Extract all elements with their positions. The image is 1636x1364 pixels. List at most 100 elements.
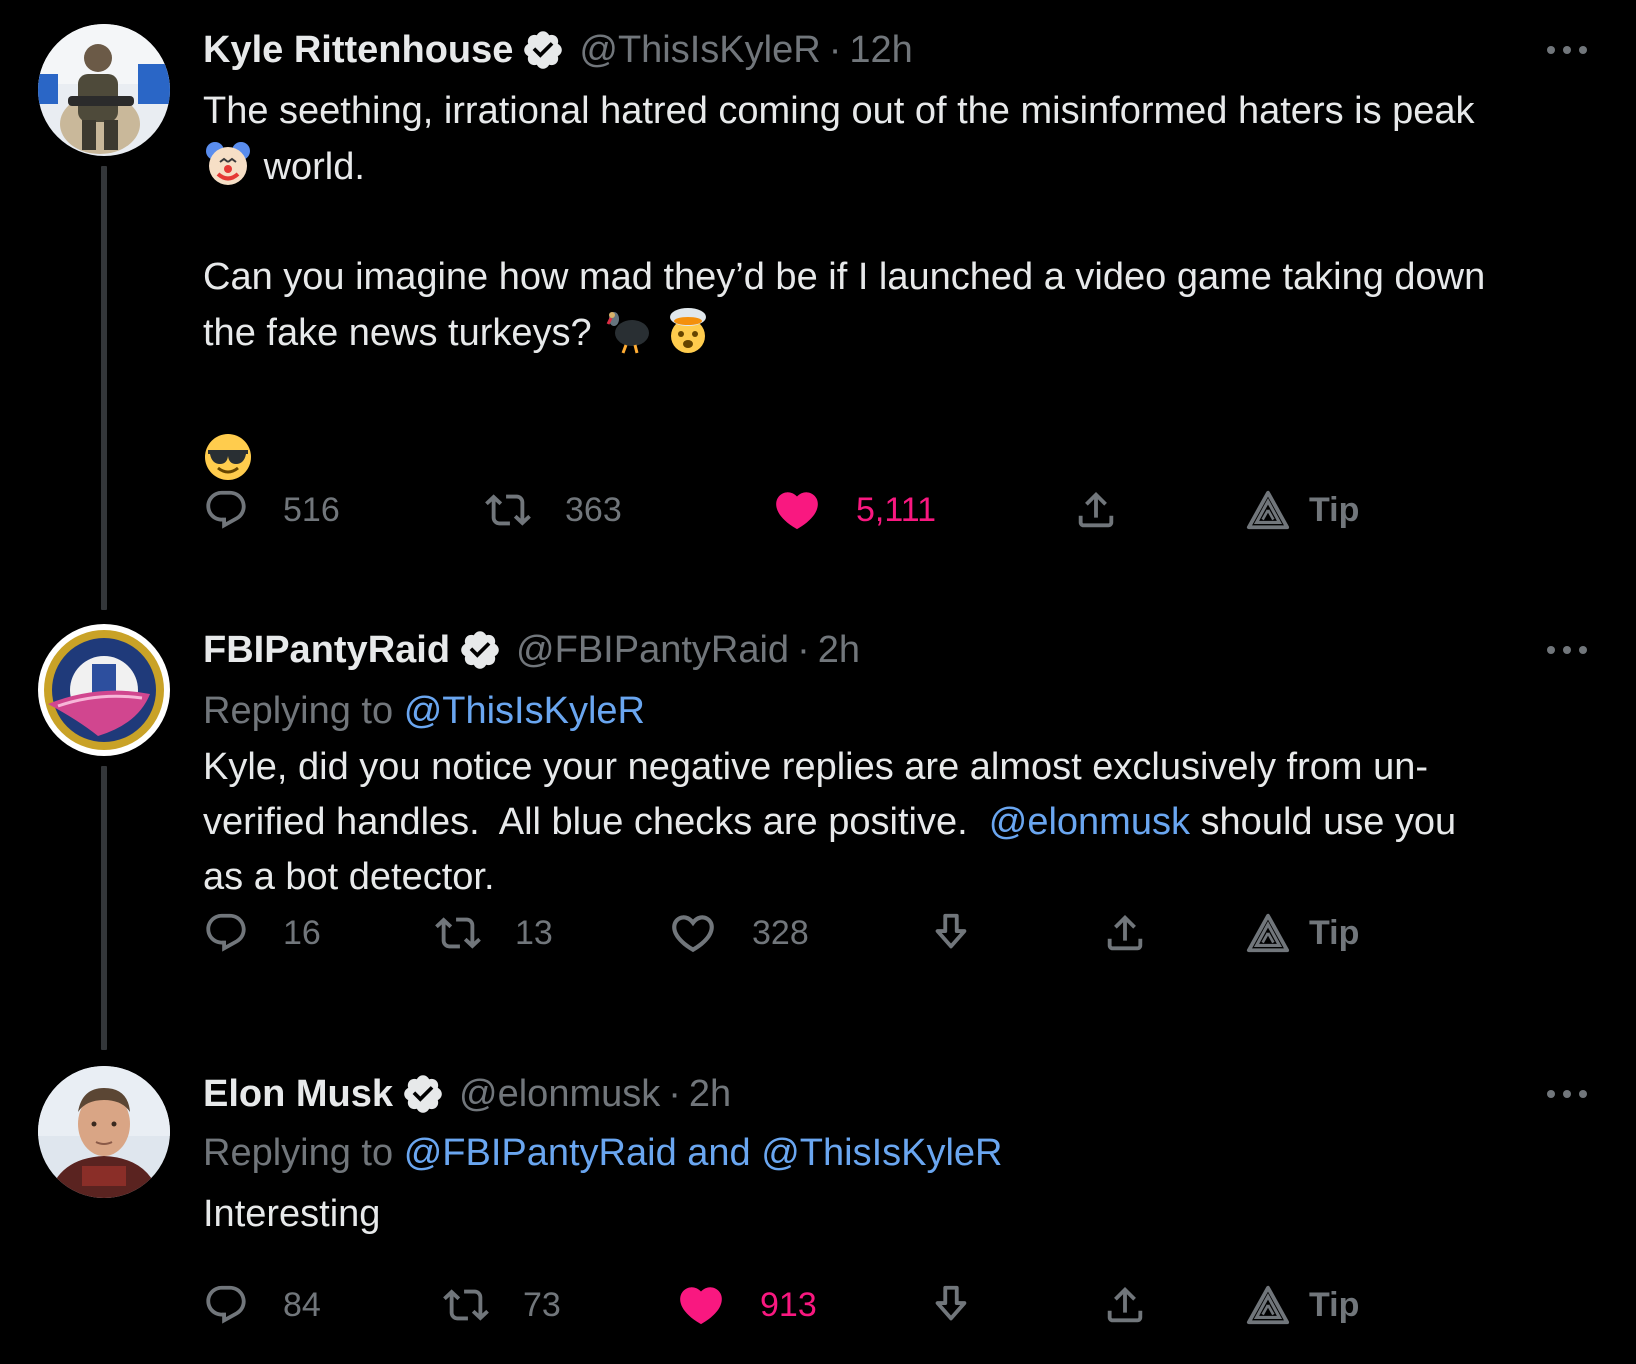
tweet-fbipantyraid[interactable]: FBIPantyRaid @FBIPantyRaid · 2h Replying… (0, 610, 1636, 1050)
avatar[interactable] (38, 1066, 170, 1198)
timestamp[interactable]: 2h (818, 629, 860, 672)
tweet-line: the fake news turkeys? (203, 305, 1603, 361)
thread-line (101, 166, 107, 610)
verified-badge-icon (521, 28, 565, 72)
author-name[interactable]: Elon Musk (203, 1073, 393, 1116)
retweet-icon (485, 487, 531, 533)
share-icon (1073, 487, 1119, 533)
author-handle[interactable]: @FBIPantyRaid (516, 629, 789, 672)
reply-count: 16 (283, 913, 321, 952)
replying-prefix: Replying to (203, 690, 394, 732)
like-count: 5,111 (856, 490, 937, 529)
separator-dot: · (668, 1072, 681, 1115)
verified-badge-icon (458, 628, 502, 672)
tip-button[interactable]: Tip (1245, 1275, 1359, 1335)
tweet-header: Elon Musk @elonmusk · 2h (203, 1068, 731, 1120)
replying-to-link[interactable]: @ThisIsKyleR (404, 690, 645, 732)
reply-button[interactable]: 16 (203, 903, 321, 963)
exploding-head-icon (669, 308, 706, 353)
tweet-text: The seething, irrational hatred coming o… (203, 84, 1603, 488)
reply-icon (203, 487, 249, 533)
avatar[interactable] (38, 24, 170, 156)
tweet-line: The seething, irrational hatred coming o… (203, 90, 1475, 132)
retweet-button[interactable]: 363 (485, 480, 622, 540)
retweet-button[interactable]: 13 (435, 903, 553, 963)
tip-label: Tip (1309, 1285, 1360, 1324)
heart-outline-icon (668, 908, 718, 958)
reply-icon (203, 910, 249, 956)
smiling-face-with-sunglasses-icon (205, 434, 251, 480)
tweet-text: Kyle, did you notice your negative repli… (203, 740, 1603, 905)
retweet-count: 73 (523, 1285, 561, 1324)
timestamp[interactable]: 2h (689, 1073, 731, 1116)
reply-icon (203, 1282, 249, 1328)
timestamp[interactable]: 12h (849, 29, 912, 72)
reply-count: 516 (283, 490, 340, 529)
tweet-text: Interesting (203, 1187, 1603, 1242)
downvote-icon (928, 910, 974, 956)
share-icon (1102, 910, 1148, 956)
separator-dot: · (828, 28, 842, 71)
share-button[interactable] (1102, 1275, 1148, 1335)
replying-to: Replying to @FBIPantyRaid and @ThisIsKyl… (203, 1132, 1003, 1175)
share-button[interactable] (1073, 480, 1119, 540)
replying-to: Replying to @ThisIsKyleR (203, 690, 645, 733)
retweet-icon (443, 1282, 489, 1328)
more-options-icon[interactable] (1545, 40, 1589, 60)
retweet-icon (435, 910, 481, 956)
separator-dot: · (797, 628, 810, 671)
author-name[interactable]: FBIPantyRaid (203, 629, 450, 672)
tweet-line (203, 416, 1603, 488)
retweet-count: 13 (515, 913, 553, 952)
reply-button[interactable]: 516 (203, 480, 340, 540)
tweet-line: verified handles. All blue checks are po… (203, 795, 1603, 850)
heart-filled-icon (772, 485, 822, 535)
tweet-actions: 516 363 5,111 Tip (0, 480, 1636, 540)
retweet-button[interactable]: 73 (443, 1275, 561, 1335)
tweet-line: as a bot detector. (203, 856, 495, 898)
avatar[interactable] (38, 624, 170, 756)
like-button[interactable]: 5,111 (772, 480, 936, 540)
more-options-icon[interactable] (1545, 1084, 1589, 1104)
like-button[interactable]: 913 (676, 1275, 817, 1335)
like-button[interactable]: 328 (668, 903, 809, 963)
downvote-icon (928, 1282, 974, 1328)
tweet-line-text: the fake news turkeys? (203, 312, 592, 354)
clown-face-icon (206, 142, 250, 185)
author-name[interactable]: Kyle Rittenhouse (203, 29, 513, 72)
tweet-line-text: verified handles. All blue checks are po… (203, 801, 968, 843)
tweet-actions: 16 13 328 Tip (0, 903, 1636, 963)
tweet-elon-musk[interactable]: Elon Musk @elonmusk · 2h Replying to @FB… (0, 1050, 1636, 1364)
mention-link[interactable]: @elonmusk (989, 801, 1190, 843)
replying-prefix: Replying to (203, 1132, 394, 1174)
downvote-button[interactable] (928, 1275, 974, 1335)
tweet-line: Kyle, did you notice your negative repli… (203, 746, 1429, 788)
tweet-line: Interesting (203, 1193, 381, 1235)
tweet-line: world. (203, 139, 1603, 195)
turkey-icon (606, 312, 650, 354)
reply-button[interactable]: 84 (203, 1275, 321, 1335)
tip-label: Tip (1309, 490, 1360, 529)
tip-button[interactable]: Tip (1245, 480, 1359, 540)
verified-badge-icon (401, 1072, 445, 1116)
retweet-count: 363 (565, 490, 622, 529)
heart-filled-icon (676, 1280, 726, 1330)
share-button[interactable] (1102, 903, 1148, 963)
share-icon (1102, 1282, 1148, 1328)
tweet-header: Kyle Rittenhouse @ThisIsKyleR · 12h (203, 24, 913, 76)
more-options-icon[interactable] (1545, 640, 1589, 660)
tweet-header: FBIPantyRaid @FBIPantyRaid · 2h (203, 624, 860, 676)
replying-to-link[interactable]: @FBIPantyRaid and @ThisIsKyleR (404, 1132, 1003, 1174)
tip-icon (1245, 1282, 1291, 1328)
tweet-line-text: should use you (1200, 801, 1457, 843)
author-handle[interactable]: @elonmusk (459, 1073, 660, 1116)
reply-count: 84 (283, 1285, 321, 1324)
tweet-kyle-rittenhouse[interactable]: Kyle Rittenhouse @ThisIsKyleR · 12h The … (0, 0, 1636, 610)
tweet-line: Can you imagine how mad they’d be if I l… (203, 256, 1486, 298)
like-count: 328 (752, 913, 809, 952)
downvote-button[interactable] (928, 903, 974, 963)
tip-button[interactable]: Tip (1245, 903, 1359, 963)
like-count: 913 (760, 1285, 817, 1324)
tip-label: Tip (1309, 913, 1360, 952)
author-handle[interactable]: @ThisIsKyleR (579, 29, 820, 72)
